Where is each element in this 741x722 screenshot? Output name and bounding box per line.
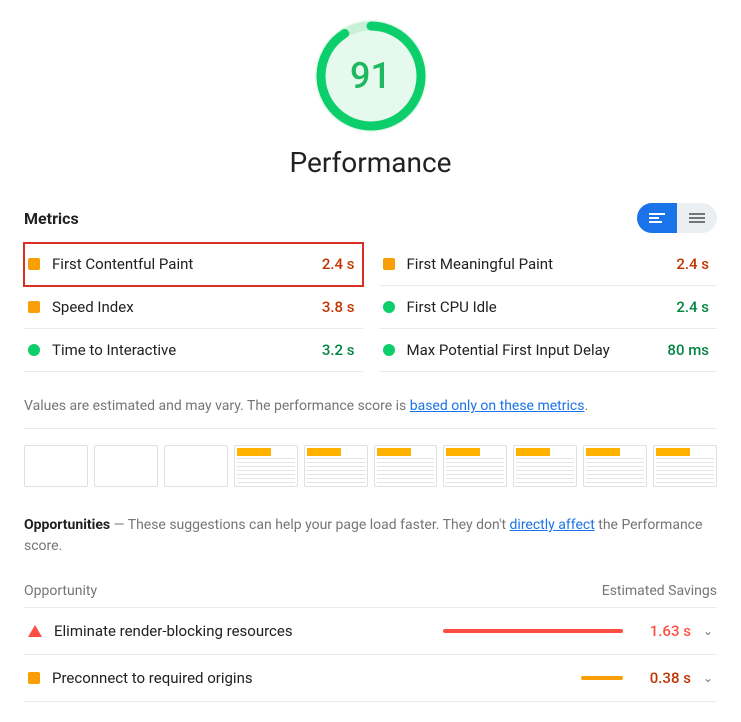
opportunity-name: Eliminate render-blocking resources: [54, 622, 431, 640]
opportunity-value: 1.63 s: [635, 622, 691, 640]
metric-row[interactable]: Time to Interactive 3.2 s: [24, 329, 363, 372]
opportunities-header: Opportunity Estimated Savings: [24, 575, 717, 608]
filmstrip-thumb[interactable]: [443, 445, 507, 487]
metric-name: First Contentful Paint: [52, 255, 310, 273]
filmstrip: [24, 445, 717, 487]
orange-status-icon: [28, 301, 40, 313]
metric-row[interactable]: Speed Index 3.8 s: [24, 286, 363, 329]
metric-row[interactable]: First Meaningful Paint 2.4 s: [379, 243, 718, 286]
gauge-score: 91: [350, 55, 391, 97]
metric-row[interactable]: Max Potential First Input Delay 80 ms: [379, 329, 718, 372]
opportunity-name: Preconnect to required origins: [52, 669, 431, 687]
filmstrip-thumb[interactable]: [653, 445, 717, 487]
green-status-icon: [383, 301, 395, 313]
filmstrip-thumb[interactable]: [374, 445, 438, 487]
filmstrip-thumb[interactable]: [234, 445, 298, 487]
green-status-icon: [28, 344, 40, 356]
metric-name: Max Potential First Input Delay: [407, 341, 656, 359]
filmstrip-thumb[interactable]: [304, 445, 368, 487]
metric-value: 3.8 s: [322, 298, 355, 316]
opportunity-bar: [443, 676, 623, 680]
metric-name: First Meaningful Paint: [407, 255, 665, 273]
metric-name: Speed Index: [52, 298, 310, 316]
opp-header-right: Estimated Savings: [602, 583, 717, 599]
metrics-note-link[interactable]: based only on these metrics: [410, 398, 585, 414]
metrics-heading: Metrics: [24, 209, 79, 228]
metrics-grid: First Contentful Paint2.4 sFirst Meaning…: [24, 243, 717, 372]
opportunity-row[interactable]: Preconnect to required origins 0.38 s ⌄: [24, 655, 717, 702]
metric-row[interactable]: First Contentful Paint 2.4 s: [24, 243, 363, 286]
metric-value: 80 ms: [667, 341, 709, 359]
opportunities-list: Eliminate render-blocking resources 1.63 …: [24, 608, 717, 702]
performance-gauge: 91 Performance: [24, 20, 717, 179]
metric-name: Time to Interactive: [52, 341, 310, 359]
orange-status-icon: [28, 672, 40, 684]
align-left-icon: [649, 212, 665, 224]
filmstrip-thumb[interactable]: [513, 445, 577, 487]
green-status-icon: [383, 344, 395, 356]
metric-value: 3.2 s: [322, 341, 355, 359]
gauge-title: Performance: [290, 146, 452, 179]
metric-value: 2.4 s: [322, 255, 355, 273]
filmstrip-thumb[interactable]: [94, 445, 158, 487]
metric-value: 2.4 s: [676, 298, 709, 316]
note-suffix: .: [584, 398, 588, 414]
orange-status-icon: [383, 258, 395, 270]
orange-status-icon: [28, 258, 40, 270]
filmstrip-thumb[interactable]: [164, 445, 228, 487]
view-toggle: [637, 203, 717, 233]
metric-row[interactable]: First CPU Idle 2.4 s: [379, 286, 718, 329]
metrics-note: Values are estimated and may vary. The p…: [24, 386, 717, 429]
opportunities-link[interactable]: directly affect: [510, 517, 595, 533]
opportunities-intro: Opportunities — These suggestions can he…: [24, 515, 717, 557]
opportunity-row[interactable]: Eliminate render-blocking resources 1.63 …: [24, 608, 717, 655]
chevron-down-icon: ⌄: [703, 671, 713, 685]
opportunity-value: 0.38 s: [635, 669, 691, 687]
chevron-down-icon: ⌄: [703, 624, 713, 638]
align-justify-icon: [689, 212, 705, 224]
note-prefix: Values are estimated and may vary. The p…: [24, 398, 410, 414]
opp-header-left: Opportunity: [24, 583, 97, 599]
toggle-detail-button[interactable]: [637, 203, 677, 233]
metric-name: First CPU Idle: [407, 298, 665, 316]
filmstrip-thumb[interactable]: [583, 445, 647, 487]
filmstrip-thumb[interactable]: [24, 445, 88, 487]
opportunities-label: Opportunities: [24, 517, 110, 533]
metric-value: 2.4 s: [676, 255, 709, 273]
toggle-compact-button[interactable]: [677, 203, 717, 233]
opportunity-bar: [443, 629, 623, 633]
red-status-icon: [28, 625, 42, 637]
